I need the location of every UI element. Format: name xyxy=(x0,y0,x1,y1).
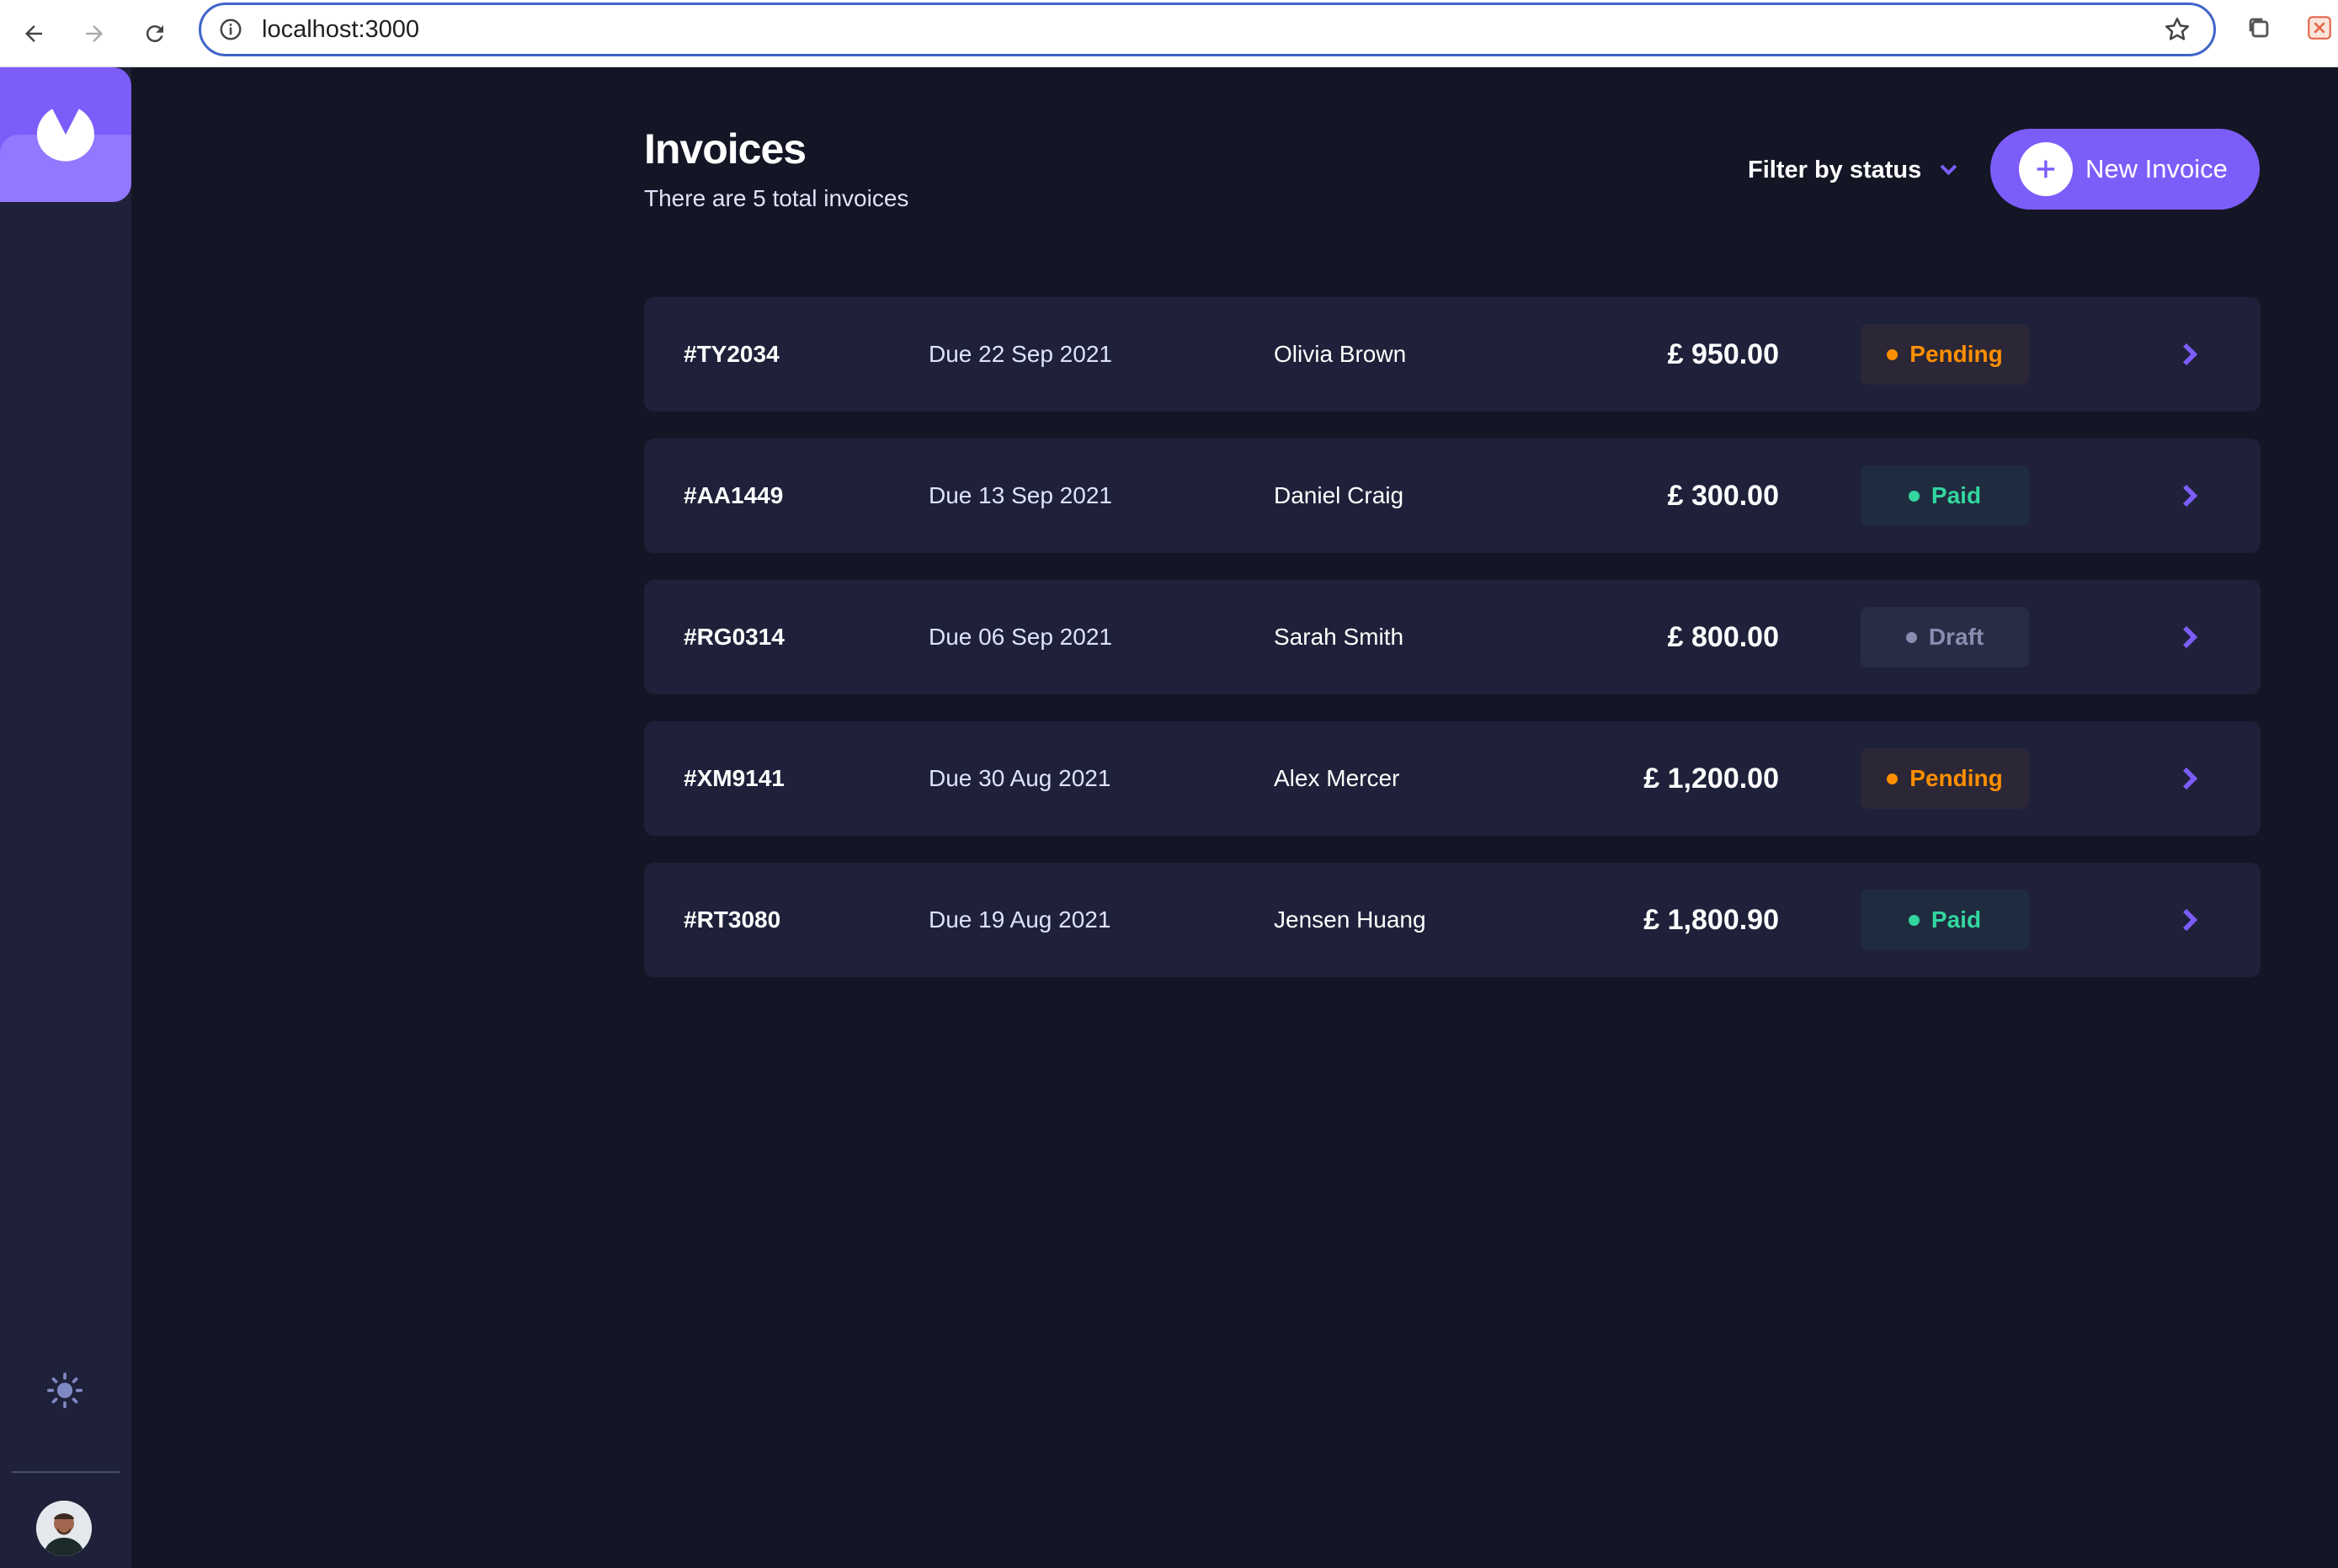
invoice-due-date: Due 19 Aug 2021 xyxy=(929,906,1111,933)
chevron-right-icon[interactable] xyxy=(2179,625,2202,649)
status-dot xyxy=(1908,914,1920,926)
tab-search-icon[interactable] xyxy=(2245,13,2273,42)
status-label: Pending xyxy=(1909,341,2003,367)
invoice-id-hash: # xyxy=(684,624,697,650)
invoice-row[interactable]: #TY2034 Due 22 Sep 2021 Olivia Brown £ 9… xyxy=(644,297,2261,412)
status-label: Paid xyxy=(1931,482,1982,508)
page-title: Invoices xyxy=(644,125,807,173)
reload-icon[interactable] xyxy=(133,12,177,56)
invoice-id: #AA1449 xyxy=(684,482,783,509)
invoice-id-hash: # xyxy=(684,341,697,367)
status-dot xyxy=(1887,773,1899,784)
status-badge: Paid xyxy=(1861,890,2029,950)
invoice-amount: £ 1,200.00 xyxy=(1643,763,1779,795)
status-label: Draft xyxy=(1928,624,1984,650)
chevron-right-icon[interactable] xyxy=(2179,484,2202,508)
sidebar-divider xyxy=(12,1471,120,1473)
back-arrow-icon[interactable] xyxy=(12,12,56,56)
chevron-right-icon[interactable] xyxy=(2179,908,2202,932)
invoice-id-value: AA1449 xyxy=(696,482,784,508)
status-badge: Pending xyxy=(1861,324,2029,385)
status-badge: Pending xyxy=(1861,748,2029,809)
star-icon[interactable] xyxy=(2163,15,2192,44)
forward-arrow-icon[interactable] xyxy=(72,12,116,56)
status-label: Pending xyxy=(1909,765,2003,791)
filter-label: Filter by status xyxy=(1748,156,1922,183)
plus-icon xyxy=(2037,160,2055,178)
new-invoice-button[interactable]: New Invoice xyxy=(1990,129,2260,210)
invoice-count-text: There are 5 total invoices xyxy=(644,185,909,211)
invoice-id: #TY2034 xyxy=(684,341,780,368)
sidebar xyxy=(0,67,131,1568)
status-badge: Draft xyxy=(1861,607,2029,667)
invoice-id-value: XM9141 xyxy=(696,765,785,791)
invoice-amount: £ 800.00 xyxy=(1667,621,1779,653)
invoice-due-date: Due 06 Sep 2021 xyxy=(929,624,1112,650)
invoice-client-name: Daniel Craig xyxy=(1274,482,1404,508)
invoice-amount: £ 1,800.90 xyxy=(1643,904,1779,936)
url-text: localhost:3000 xyxy=(262,16,420,43)
filter-by-status-dropdown[interactable]: Filter by status xyxy=(1748,153,1958,187)
chevron-right-icon[interactable] xyxy=(2179,343,2202,366)
logo-tile[interactable] xyxy=(0,67,131,202)
invoice-id-value: TY2034 xyxy=(696,341,780,367)
new-invoice-label: New Invoice xyxy=(2085,154,2228,183)
status-dot xyxy=(1908,490,1920,502)
avatar[interactable] xyxy=(36,1501,92,1556)
app-logo-icon xyxy=(37,109,94,162)
invoice-row[interactable]: #RG0314 Due 06 Sep 2021 Sarah Smith £ 80… xyxy=(644,580,2261,694)
invoice-row[interactable]: #RT3080 Due 19 Aug 2021 Jensen Huang £ 1… xyxy=(644,863,2261,977)
invoice-due-date: Due 13 Sep 2021 xyxy=(929,482,1112,508)
address-bar[interactable]: localhost:3000 xyxy=(199,3,2216,56)
sun-icon[interactable] xyxy=(46,1372,83,1409)
invoice-client-name: Alex Mercer xyxy=(1274,765,1400,791)
invoice-due-date: Due 22 Sep 2021 xyxy=(929,341,1112,367)
status-dot xyxy=(1887,348,1899,360)
invoice-row[interactable]: #AA1449 Due 13 Sep 2021 Daniel Craig £ 3… xyxy=(644,439,2261,553)
plus-icon-circle xyxy=(2019,142,2073,196)
invoice-id-hash: # xyxy=(684,906,697,933)
invoice-id-hash: # xyxy=(684,482,697,508)
invoice-due-date: Due 30 Aug 2021 xyxy=(929,765,1111,791)
invoice-amount: £ 950.00 xyxy=(1667,338,1779,370)
invoice-id-hash: # xyxy=(684,765,697,791)
invoice-id-value: RG0314 xyxy=(696,624,785,650)
invoice-client-name: Jensen Huang xyxy=(1274,906,1426,933)
invoice-row[interactable]: #XM9141 Due 30 Aug 2021 Alex Mercer £ 1,… xyxy=(644,721,2261,836)
invoice-id: #RT3080 xyxy=(684,906,780,933)
avatar-icon xyxy=(36,1501,92,1556)
invoice-list: #TY2034 Due 22 Sep 2021 Olivia Brown £ 9… xyxy=(644,297,2261,1004)
browser-toolbar: localhost:3000 xyxy=(0,0,2338,67)
status-label: Paid xyxy=(1931,906,1982,933)
invoice-amount: £ 300.00 xyxy=(1667,480,1779,512)
info-icon[interactable] xyxy=(218,17,243,42)
chevron-down-icon xyxy=(1940,164,1957,176)
chevron-right-icon[interactable] xyxy=(2179,767,2202,790)
invoice-client-name: Olivia Brown xyxy=(1274,341,1407,367)
extension-icon[interactable] xyxy=(2305,13,2334,42)
invoice-client-name: Sarah Smith xyxy=(1274,624,1404,650)
status-dot xyxy=(1905,631,1917,643)
invoice-id: #RG0314 xyxy=(684,624,785,651)
invoice-id: #XM9141 xyxy=(684,765,785,792)
status-badge: Paid xyxy=(1861,465,2029,526)
invoice-id-value: RT3080 xyxy=(696,906,781,933)
